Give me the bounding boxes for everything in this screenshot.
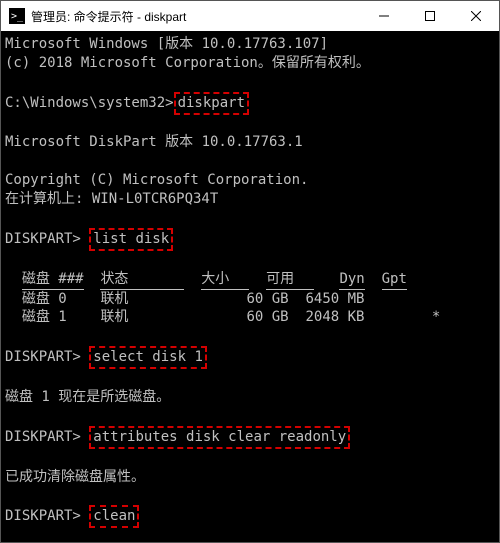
text-line: 已成功清除磁盘属性。 xyxy=(5,468,495,487)
prompt-line: DISKPART> list disk xyxy=(5,228,495,251)
highlighted-command: diskpart xyxy=(174,92,249,115)
blank-line xyxy=(5,369,495,388)
text-line: Copyright (C) Microsoft Corporation. xyxy=(5,171,495,190)
col-dyn: Dyn xyxy=(339,270,364,290)
maximize-icon xyxy=(425,11,435,21)
minimize-icon xyxy=(379,11,389,21)
prompt: C:\Windows\system32> xyxy=(5,95,174,111)
blank-line xyxy=(5,486,495,505)
blank-line xyxy=(5,152,495,171)
minimize-button[interactable] xyxy=(361,1,407,31)
blank-line xyxy=(5,73,495,92)
maximize-button[interactable] xyxy=(407,1,453,31)
highlighted-command: attributes disk clear readonly xyxy=(89,426,350,449)
prompt-line: C:\Windows\system32>diskpart xyxy=(5,92,495,115)
prompt: DISKPART> xyxy=(5,429,81,445)
col-free: 可用 xyxy=(266,270,314,290)
blank-line xyxy=(5,407,495,426)
text-line: 在计算机上: WIN-L0TCR6PQ34T xyxy=(5,190,495,209)
prompt: DISKPART> xyxy=(5,508,81,524)
blank-line xyxy=(5,209,495,228)
prompt: DISKPART> xyxy=(5,231,81,247)
blank-line xyxy=(5,327,495,346)
blank-line xyxy=(5,449,495,468)
text-line: Microsoft DiskPart 版本 10.0.17763.1 xyxy=(5,133,495,152)
prompt: DISKPART> xyxy=(5,349,81,365)
col-size: 大小 xyxy=(201,270,249,290)
close-button[interactable] xyxy=(453,1,499,31)
col-disk: 磁盘 ### xyxy=(22,270,84,290)
terminal-output[interactable]: Microsoft Windows [版本 10.0.17763.107](c)… xyxy=(1,31,499,542)
prompt-line: DISKPART> clean xyxy=(5,505,495,528)
blank-line xyxy=(5,251,495,270)
blank-line xyxy=(5,528,495,542)
table-row: 磁盘 1 联机 60 GB 2048 KB * xyxy=(5,308,495,327)
highlighted-command: select disk 1 xyxy=(89,346,207,369)
table-row: 磁盘 0 联机 60 GB 6450 MB xyxy=(5,290,495,309)
close-icon xyxy=(471,11,481,21)
table-header-row: 磁盘 ### 状态 大小 可用 Dyn Gpt xyxy=(5,270,495,290)
cmd-icon: >_ xyxy=(9,8,25,24)
blank-line xyxy=(5,115,495,134)
col-gpt: Gpt xyxy=(382,270,407,290)
titlebar[interactable]: >_ 管理员: 命令提示符 - diskpart xyxy=(1,1,499,31)
window-title: 管理员: 命令提示符 - diskpart xyxy=(31,8,361,25)
cmd-window: >_ 管理员: 命令提示符 - diskpart Microsoft Windo… xyxy=(0,0,500,543)
col-status: 状态 xyxy=(100,270,184,290)
text-line: 磁盘 1 现在是所选磁盘。 xyxy=(5,388,495,407)
window-controls xyxy=(361,1,499,31)
text-line: (c) 2018 Microsoft Corporation。保留所有权利。 xyxy=(5,54,495,73)
highlighted-command: clean xyxy=(89,505,139,528)
highlighted-command: list disk xyxy=(89,228,173,251)
text-line: Microsoft Windows [版本 10.0.17763.107] xyxy=(5,35,495,54)
prompt-line: DISKPART> attributes disk clear readonly xyxy=(5,426,495,449)
prompt-line: DISKPART> select disk 1 xyxy=(5,346,495,369)
